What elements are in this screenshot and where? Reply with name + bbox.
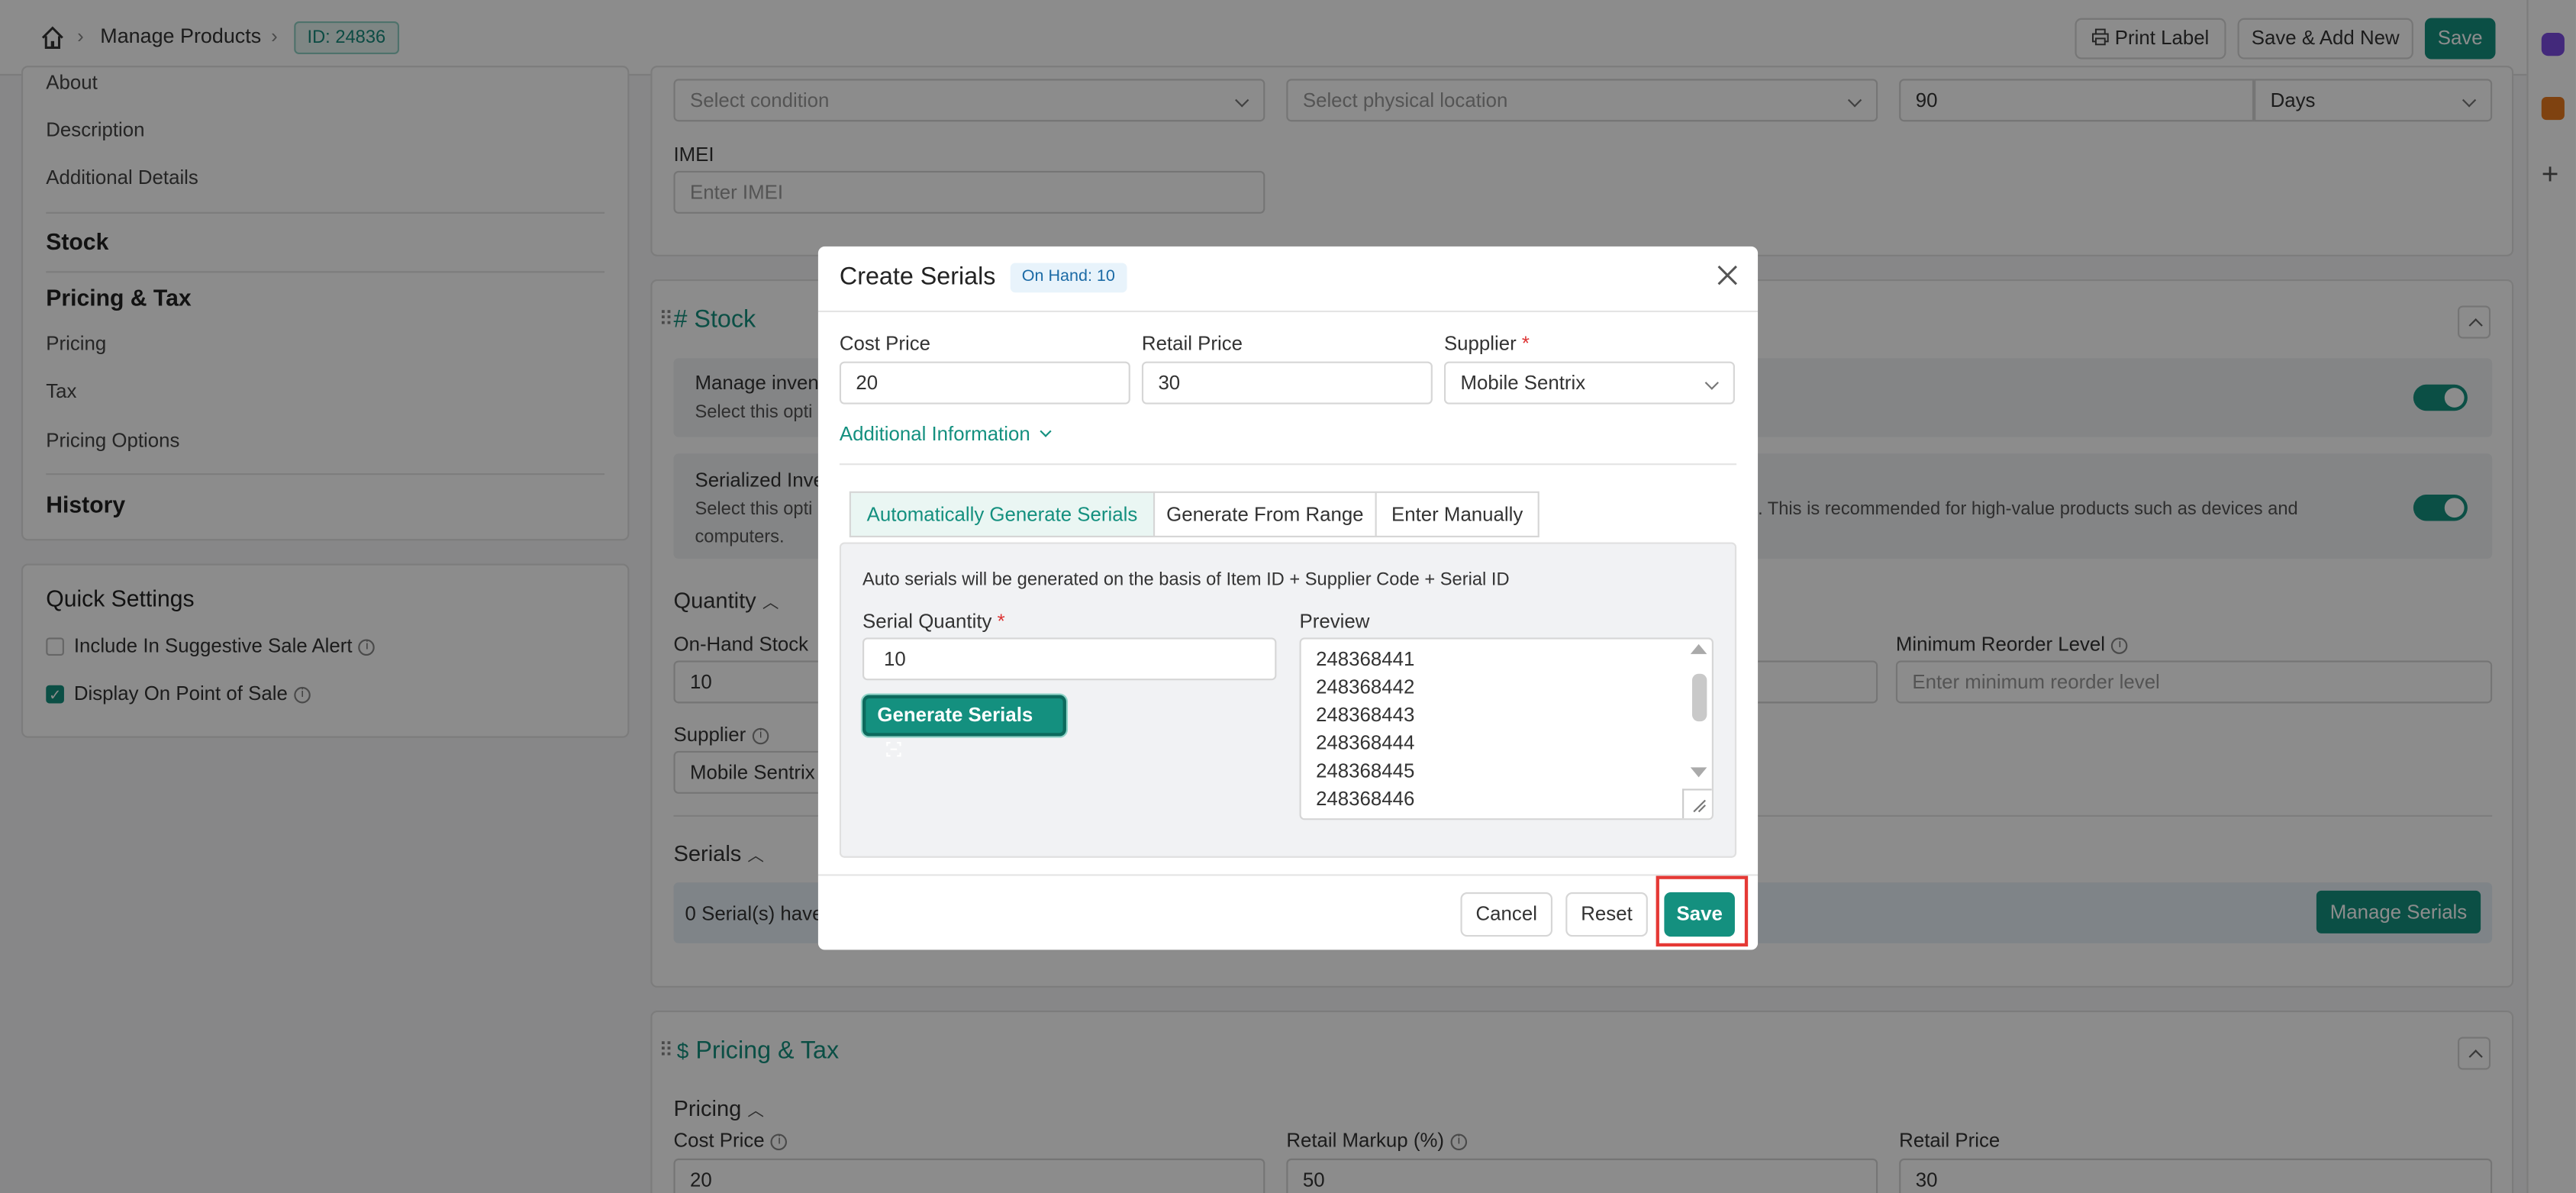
tab-enter-manually[interactable]: Enter Manually xyxy=(1375,491,1539,537)
divider xyxy=(839,463,1737,466)
preview-serial: 248368445 xyxy=(1316,759,1415,782)
serial-quantity-label: Serial Quantity * xyxy=(862,610,1005,633)
resize-grip-icon xyxy=(1693,799,1706,813)
modal-retail-price-input[interactable]: 30 xyxy=(1141,361,1433,405)
modal-title: Create Serials xyxy=(839,263,996,292)
required-marker: * xyxy=(1521,331,1530,356)
create-serials-modal: Create Serials On Hand: 10 Cost Price 20… xyxy=(817,246,1759,950)
reset-button[interactable]: Reset xyxy=(1565,892,1648,937)
modal-supplier-select[interactable]: Mobile Sentrix xyxy=(1443,361,1735,405)
app-root: › Manage Products › ID: 24836 Print Labe… xyxy=(0,0,2576,1193)
preview-serial: 248368446 xyxy=(1316,787,1415,811)
preview-serial: 248368443 xyxy=(1316,703,1415,727)
chevron-down-icon xyxy=(1040,425,1053,437)
modal-supplier-label: Supplier * xyxy=(1444,332,1530,355)
auto-generate-panel: Auto serials will be generated on the ba… xyxy=(839,542,1737,858)
scan-icon xyxy=(886,742,901,757)
tab-automatically-generate[interactable]: Automatically Generate Serials xyxy=(849,491,1156,537)
serial-quantity-label-text: Serial Quantity xyxy=(862,609,992,633)
preview-serial: 248368444 xyxy=(1316,731,1415,755)
preview-serial: 248368442 xyxy=(1316,675,1415,698)
additional-information-text: Additional Information xyxy=(839,422,1030,446)
modal-supplier-value: Mobile Sentrix xyxy=(1460,371,1586,395)
save-highlight-box xyxy=(1656,875,1749,947)
divider xyxy=(817,874,1759,876)
generate-serials-text: Generate Serials xyxy=(877,703,1033,727)
resize-handle-icon[interactable] xyxy=(1682,788,1712,819)
close-icon[interactable] xyxy=(1717,265,1738,286)
auto-serial-note: Auto serials will be generated on the ba… xyxy=(862,570,1510,590)
divider xyxy=(817,310,1759,313)
scroll-thumb[interactable] xyxy=(1691,673,1707,722)
required-marker: * xyxy=(997,609,1005,633)
modal-cost-price-label: Cost Price xyxy=(839,331,931,356)
preview-serial: 248368441 xyxy=(1316,647,1415,671)
scroll-up-arrow-icon[interactable] xyxy=(1690,643,1707,654)
additional-information-toggle[interactable]: Additional Information xyxy=(839,422,1053,446)
modal-cost-price-input[interactable]: 20 xyxy=(839,361,1130,405)
tab-generate-from-range[interactable]: Generate From Range xyxy=(1153,491,1377,537)
scroll-down-arrow-icon[interactable] xyxy=(1690,767,1707,778)
on-hand-badge: On Hand: 10 xyxy=(1010,263,1127,293)
modal-supplier-label-text: Supplier xyxy=(1443,331,1517,356)
serial-quantity-input[interactable]: 10 xyxy=(862,637,1277,681)
serial-preview-textarea[interactable]: 248368441 248368442 248368443 248368444 … xyxy=(1299,637,1714,821)
generate-serials-button[interactable]: Generate Serials xyxy=(862,695,1066,757)
preview-scrollbar[interactable] xyxy=(1690,643,1709,788)
preview-label: Preview xyxy=(1299,609,1370,633)
cancel-button[interactable]: Cancel xyxy=(1460,892,1553,937)
chevron-down-icon xyxy=(1704,376,1719,390)
modal-retail-price-label: Retail Price xyxy=(1141,331,1243,356)
